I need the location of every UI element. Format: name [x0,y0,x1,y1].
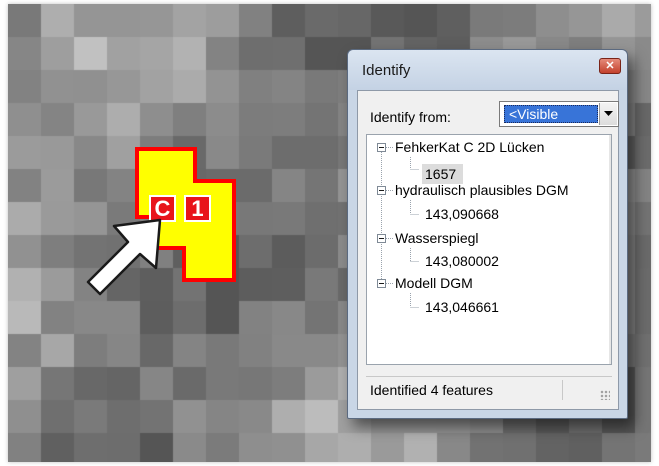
collapse-icon[interactable] [377,234,386,243]
window-title: Identify [362,62,411,79]
tree-layer-modell-dgm[interactable]: Modell DGM [395,275,473,291]
tree-connector-lines [381,147,419,308]
tree-layer-hydraulisch[interactable]: hydraulisch plausibles DGM [395,182,569,198]
tree-value-modell-dgm[interactable]: 143,046661 [425,299,499,315]
chevron-down-icon [604,111,613,116]
tree-scrollbar[interactable] [609,135,611,364]
identify-from-value: <Visible [504,105,598,123]
tree-layer-fehlerkat[interactable]: FehkerKat C 2D Lücken [395,139,544,155]
tree-value-wasserspiegl[interactable]: 143,080002 [425,253,499,269]
status-bar: Identified 4 features [366,376,612,402]
status-text: Identified 4 features [370,382,493,398]
window-titlebar[interactable]: Identify ✕ [348,50,627,90]
tree-value-hydraulisch[interactable]: 143,090668 [425,206,499,222]
close-button[interactable]: ✕ [599,58,621,74]
status-divider [562,380,563,400]
tree-layer-wasserspiegl[interactable]: Wasserspiegl [395,230,479,246]
pointer-arrow-icon [86,218,162,296]
identify-from-dropdown[interactable]: <Visible [499,101,619,127]
collapse-icon[interactable] [377,279,386,288]
close-icon: ✕ [605,60,615,72]
identify-from-label: Identify from: [370,109,451,125]
results-tree[interactable]: FehkerKat C 2D Lücken 1657 hydraulisch p… [366,134,612,365]
collapse-icon[interactable] [377,186,386,195]
resize-grip-icon[interactable] [600,390,610,400]
feature-label-1: 1 [184,195,211,222]
dropdown-button[interactable] [599,103,617,125]
identify-window[interactable]: Identify ✕ Identify from: <Visible Fehke… [347,49,628,419]
collapse-icon[interactable] [377,143,386,152]
identify-client-area: Identify from: <Visible FehkerKat C 2D L… [357,90,619,410]
tree-value-fehlerkat[interactable]: 1657 [425,166,456,182]
